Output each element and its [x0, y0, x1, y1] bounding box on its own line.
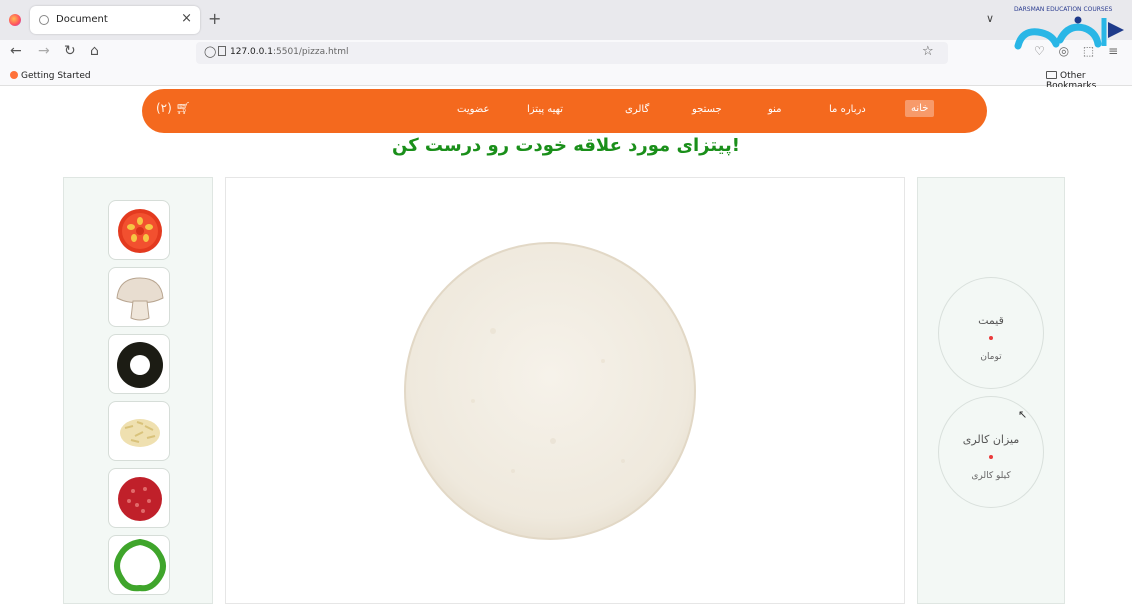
close-tab-icon[interactable]: ×: [181, 11, 192, 26]
web-page: خانه درباره ما منو جستجو گالری تهیه پیتز…: [0, 87, 1132, 604]
nav-about[interactable]: درباره ما: [829, 104, 866, 115]
bookmarks-bar: Getting Started Other Bookmarks: [0, 68, 1132, 91]
nav-gallery[interactable]: گالری: [625, 104, 649, 115]
page-heading: پیتزای مورد علاقه خودت رو درست کن!: [392, 135, 740, 156]
ingredients-panel: [63, 177, 213, 604]
nav-home[interactable]: خانه: [905, 100, 935, 117]
nav-menu[interactable]: منو: [768, 104, 782, 115]
cheese-icon: [120, 419, 160, 447]
nav-search[interactable]: جستجو: [692, 104, 722, 115]
folder-icon: [1046, 71, 1057, 79]
tracking-shield-icon[interactable]: ◯: [204, 45, 216, 58]
firefox-bookmark-icon: [10, 71, 18, 79]
cart-button[interactable]: (۲) 🛒︎: [156, 101, 191, 115]
pizza-canvas[interactable]: [225, 177, 905, 604]
url-text[interactable]: 127.0.0.1:5501/pizza.html: [230, 47, 348, 57]
tab-title: Document: [56, 14, 108, 25]
nav-membership[interactable]: عضویت: [457, 104, 489, 115]
back-icon[interactable]: ←: [10, 43, 22, 59]
olive-icon: [117, 342, 163, 388]
info-panel: قیمت تومان میزان کالری کیلو کالری ↖: [917, 177, 1065, 604]
site-navbar: خانه درباره ما منو جستجو گالری تهیه پیتز…: [142, 89, 987, 133]
reload-icon[interactable]: ↻: [64, 43, 76, 59]
ingredient-tomato[interactable]: [108, 200, 170, 260]
forward-icon[interactable]: →: [38, 43, 50, 59]
green-pepper-icon: [114, 538, 166, 592]
price-value-dot: [989, 336, 993, 340]
mushroom-icon: [116, 277, 164, 321]
page-info-icon[interactable]: [218, 46, 226, 56]
pizza-dough-image: [404, 242, 696, 540]
home-icon[interactable]: ⌂: [90, 43, 99, 59]
bookmark-star-icon[interactable]: ☆: [922, 44, 934, 59]
calorie-card: میزان کالری کیلو کالری: [938, 396, 1044, 508]
calorie-title: میزان کالری: [962, 433, 1020, 446]
price-title: قیمت: [978, 314, 1004, 327]
ingredient-cheese[interactable]: [108, 401, 170, 461]
browser-nav-bar: ← → ↻ ⌂ ◯ 127.0.0.1:5501/pizza.html ☆ ♡ …: [0, 40, 1132, 68]
calorie-unit: کیلو کالری: [971, 471, 1011, 481]
ingredient-olive[interactable]: [108, 334, 170, 394]
tomato-icon: [118, 209, 162, 253]
cart-count: (۲): [156, 101, 172, 115]
ingredient-mushroom[interactable]: [108, 267, 170, 327]
browser-tab[interactable]: Document ×: [30, 6, 200, 34]
ingredient-green-pepper[interactable]: [108, 535, 170, 595]
brand-text: DARSMAN EDUCATION COURSES: [1014, 6, 1113, 13]
price-card: قیمت تومان: [938, 277, 1044, 389]
brand-watermark: DARSMAN EDUCATION COURSES: [1008, 6, 1128, 52]
url-host: 127.0.0.1: [230, 47, 273, 57]
new-tab-button[interactable]: +: [208, 9, 221, 28]
bookmark-getting-started[interactable]: Getting Started: [10, 71, 91, 81]
bookmark-label: Getting Started: [21, 71, 91, 81]
ingredient-pepperoni[interactable]: [108, 468, 170, 528]
tab-list-chevron-icon[interactable]: ∨: [986, 12, 994, 25]
browser-tab-bar: Document × + ∨: [0, 0, 1132, 40]
page-favicon-icon: [39, 15, 49, 25]
nav-make-pizza[interactable]: تهیه پیتزا: [527, 104, 563, 115]
cart-icon: 🛒︎: [175, 101, 191, 115]
mouse-cursor-icon: ↖: [1018, 408, 1028, 421]
pepperoni-icon: [118, 477, 162, 521]
firefox-icon: [9, 14, 21, 26]
price-unit: تومان: [980, 352, 1002, 362]
url-path: :5501/pizza.html: [272, 47, 349, 57]
calorie-value-dot: [989, 455, 993, 459]
url-bar[interactable]: ◯ 127.0.0.1:5501/pizza.html: [196, 42, 948, 64]
